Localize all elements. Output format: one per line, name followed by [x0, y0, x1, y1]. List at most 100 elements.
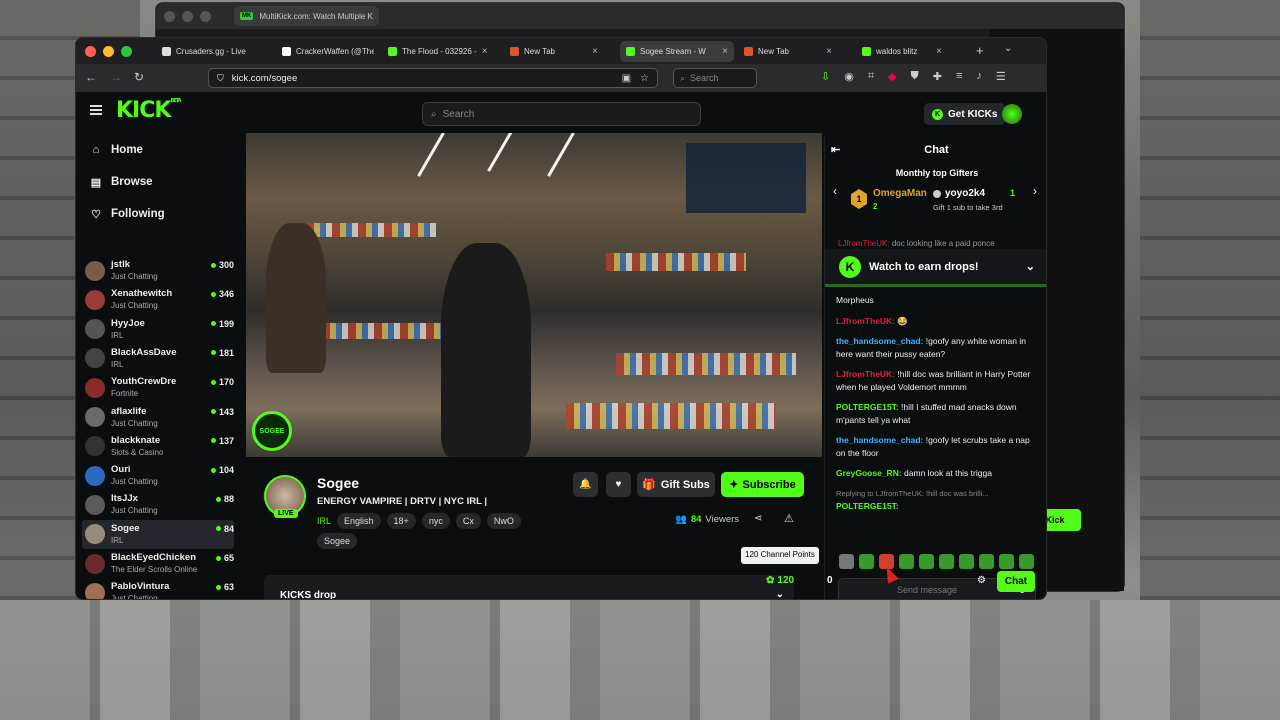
tag-pill[interactable]: nyc: [421, 513, 450, 529]
window-close-dot[interactable]: [164, 10, 175, 22]
chat-username[interactable]: the_handsome_chad:: [836, 336, 923, 346]
window-max-dot[interactable]: [200, 10, 211, 22]
minimize-button[interactable]: [103, 45, 114, 57]
channel-name[interactable]: Sogee: [317, 475, 359, 491]
new-tab-icon[interactable]: +: [976, 43, 984, 58]
chat-username[interactable]: the_handsome_chad:: [836, 435, 923, 445]
gear-icon[interactable]: ⚙: [977, 575, 986, 586]
browser-tab[interactable]: New Tab ×: [738, 41, 838, 62]
tag-pill[interactable]: 18+: [386, 513, 416, 529]
browser-tab[interactable]: Crusaders.gg - Live St×: [156, 41, 248, 62]
followed-channel[interactable]: Xenathewitch Just Chatting 346: [82, 285, 234, 314]
chat-send-button[interactable]: Chat: [997, 571, 1035, 592]
emote-icon[interactable]: [999, 554, 1014, 569]
menu-icon[interactable]: ☰: [996, 70, 1006, 83]
url-bar[interactable]: ⛉ kick.com/sogee ▣ ☆: [208, 68, 658, 88]
chat-username[interactable]: POLTERGE15T:: [836, 402, 899, 412]
emote-icon[interactable]: [939, 554, 954, 569]
channel-points[interactable]: ✿ 120: [766, 575, 794, 586]
report-warning-icon[interactable]: ⚠: [784, 512, 794, 525]
screen-share-icon[interactable]: ▣: [622, 73, 631, 84]
forward-icon[interactable]: →: [110, 70, 122, 84]
emote-icon[interactable]: [1019, 554, 1034, 569]
account-icon[interactable]: ◉: [844, 70, 854, 83]
tag-pill[interactable]: English: [337, 513, 381, 529]
drops-banner[interactable]: K Watch to earn drops! ⌄: [825, 249, 1046, 287]
chevron-right-icon[interactable]: ›: [1033, 184, 1037, 198]
speaker-icon[interactable]: ♪: [976, 70, 982, 83]
subscribe-button[interactable]: ✦ Subscribe: [721, 472, 804, 497]
category-link[interactable]: IRL: [317, 513, 331, 529]
bookmark-star-icon[interactable]: ☆: [640, 73, 649, 84]
user-avatar[interactable]: [1002, 104, 1022, 124]
back-icon[interactable]: ←: [85, 70, 97, 84]
puzzle-icon[interactable]: ✚: [933, 70, 942, 83]
nav-browse[interactable]: ▤ Browse: [90, 176, 153, 189]
nav-home[interactable]: ⌂ Home: [90, 144, 143, 156]
shield-ext-icon[interactable]: ⛊: [911, 70, 919, 83]
close-tab-icon[interactable]: ×: [936, 46, 942, 57]
close-button[interactable]: [85, 45, 96, 57]
maximize-button[interactable]: [121, 45, 132, 57]
followed-channel[interactable]: Ouri Just Chatting 104: [82, 461, 234, 490]
nav-following[interactable]: ♡ Following: [90, 208, 165, 221]
close-tab-icon[interactable]: ×: [482, 46, 488, 57]
emote-icon[interactable]: [899, 554, 914, 569]
follow-heart-icon[interactable]: ♥: [606, 472, 631, 497]
chat-username[interactable]: LJfromTheUK:: [836, 316, 895, 326]
notification-bell-icon[interactable]: 🔔: [573, 472, 598, 497]
followed-channel[interactable]: ItsJJx Just Chatting 88: [82, 490, 234, 519]
browser-tab[interactable]: CrackerWaffen (@The×: [276, 41, 374, 62]
extension-badge-icon[interactable]: ◆: [888, 70, 896, 83]
followed-channel[interactable]: BlackEyedChicken The Elder Scrolls Online…: [82, 549, 234, 578]
gifter-name[interactable]: OmegaMan: [873, 188, 927, 199]
close-tab-icon[interactable]: ×: [592, 46, 598, 57]
gifter-name[interactable]: yoyo2k4: [933, 188, 985, 199]
tag-pill[interactable]: Cx: [455, 513, 481, 529]
tag-pill[interactable]: Sogee: [317, 533, 358, 549]
crop-icon[interactable]: ⌗: [868, 70, 874, 83]
settings-sliders-icon[interactable]: ≡: [956, 70, 962, 83]
chat-username[interactable]: POLTERGE15T:: [836, 500, 1041, 513]
browser-tab[interactable]: waldos blitz ×: [856, 41, 948, 62]
video-player[interactable]: SOGEE: [246, 133, 822, 457]
followed-channel[interactable]: HyyJoe IRL 199: [82, 315, 234, 344]
emote-icon[interactable]: [859, 554, 874, 569]
followed-channel[interactable]: blackknate Slots & Casino 137: [82, 432, 234, 461]
emote-icon[interactable]: [919, 554, 934, 569]
browser-tab[interactable]: New Tab ×: [504, 41, 604, 62]
close-tab-icon[interactable]: ×: [722, 46, 728, 57]
tab-list-chevron-icon[interactable]: ⌄: [1004, 43, 1012, 54]
emote-icon[interactable]: [959, 554, 974, 569]
emote-icon[interactable]: [979, 554, 994, 569]
tag-pill[interactable]: NwO: [486, 513, 521, 529]
close-tab-icon[interactable]: ×: [826, 46, 832, 57]
kick-logo[interactable]: KICKBETA: [116, 98, 182, 123]
followed-channel[interactable]: BlackAssDave IRL 181: [82, 344, 234, 373]
followed-channel[interactable]: PabloVintura Just Chatting 63: [82, 578, 234, 599]
followed-channel[interactable]: jstlk Just Chatting 300: [82, 256, 234, 285]
download-icon[interactable]: ⇩: [821, 70, 830, 83]
followed-channel[interactable]: YouthCrewDre Fortnite 170: [82, 373, 234, 402]
gift-subs-button[interactable]: 🎁 Gift Subs: [637, 472, 715, 497]
window-min-dot[interactable]: [182, 10, 193, 22]
emote-icon[interactable]: [839, 554, 854, 569]
browser-search-input[interactable]: ⌕ Search: [673, 68, 757, 88]
chat-username[interactable]: GreyGoose_RN:: [836, 468, 902, 478]
followed-channel[interactable]: Sogee IRL 84: [82, 519, 234, 549]
hamburger-menu-icon[interactable]: [90, 105, 102, 115]
browser-tab[interactable]: Sogee Stream - W ×: [620, 41, 734, 62]
share-icon[interactable]: ⋖: [754, 513, 762, 524]
chevron-left-icon[interactable]: ‹: [833, 184, 837, 198]
multikick-tab[interactable]: MK MultiKick.com: Watch Multiple K: [234, 6, 379, 26]
chat-username[interactable]: LJfromTheUK:: [836, 369, 895, 379]
reload-icon[interactable]: ↻: [134, 70, 144, 84]
kick-search-input[interactable]: ⌕ Search: [422, 102, 701, 126]
kicks-drop-panel[interactable]: KICKS drop ⌄: [264, 575, 794, 599]
collapse-chat-icon[interactable]: ⇤: [831, 143, 840, 156]
chevron-down-icon[interactable]: ⌄: [1026, 260, 1035, 273]
chevron-down-icon[interactable]: ⌄: [776, 589, 784, 599]
browser-tab[interactable]: The Flood - 032926 - ×: [382, 41, 490, 62]
followed-channel[interactable]: aflaxlife Just Chatting 143: [82, 403, 234, 432]
kicks-balance[interactable]: 0: [827, 575, 833, 586]
